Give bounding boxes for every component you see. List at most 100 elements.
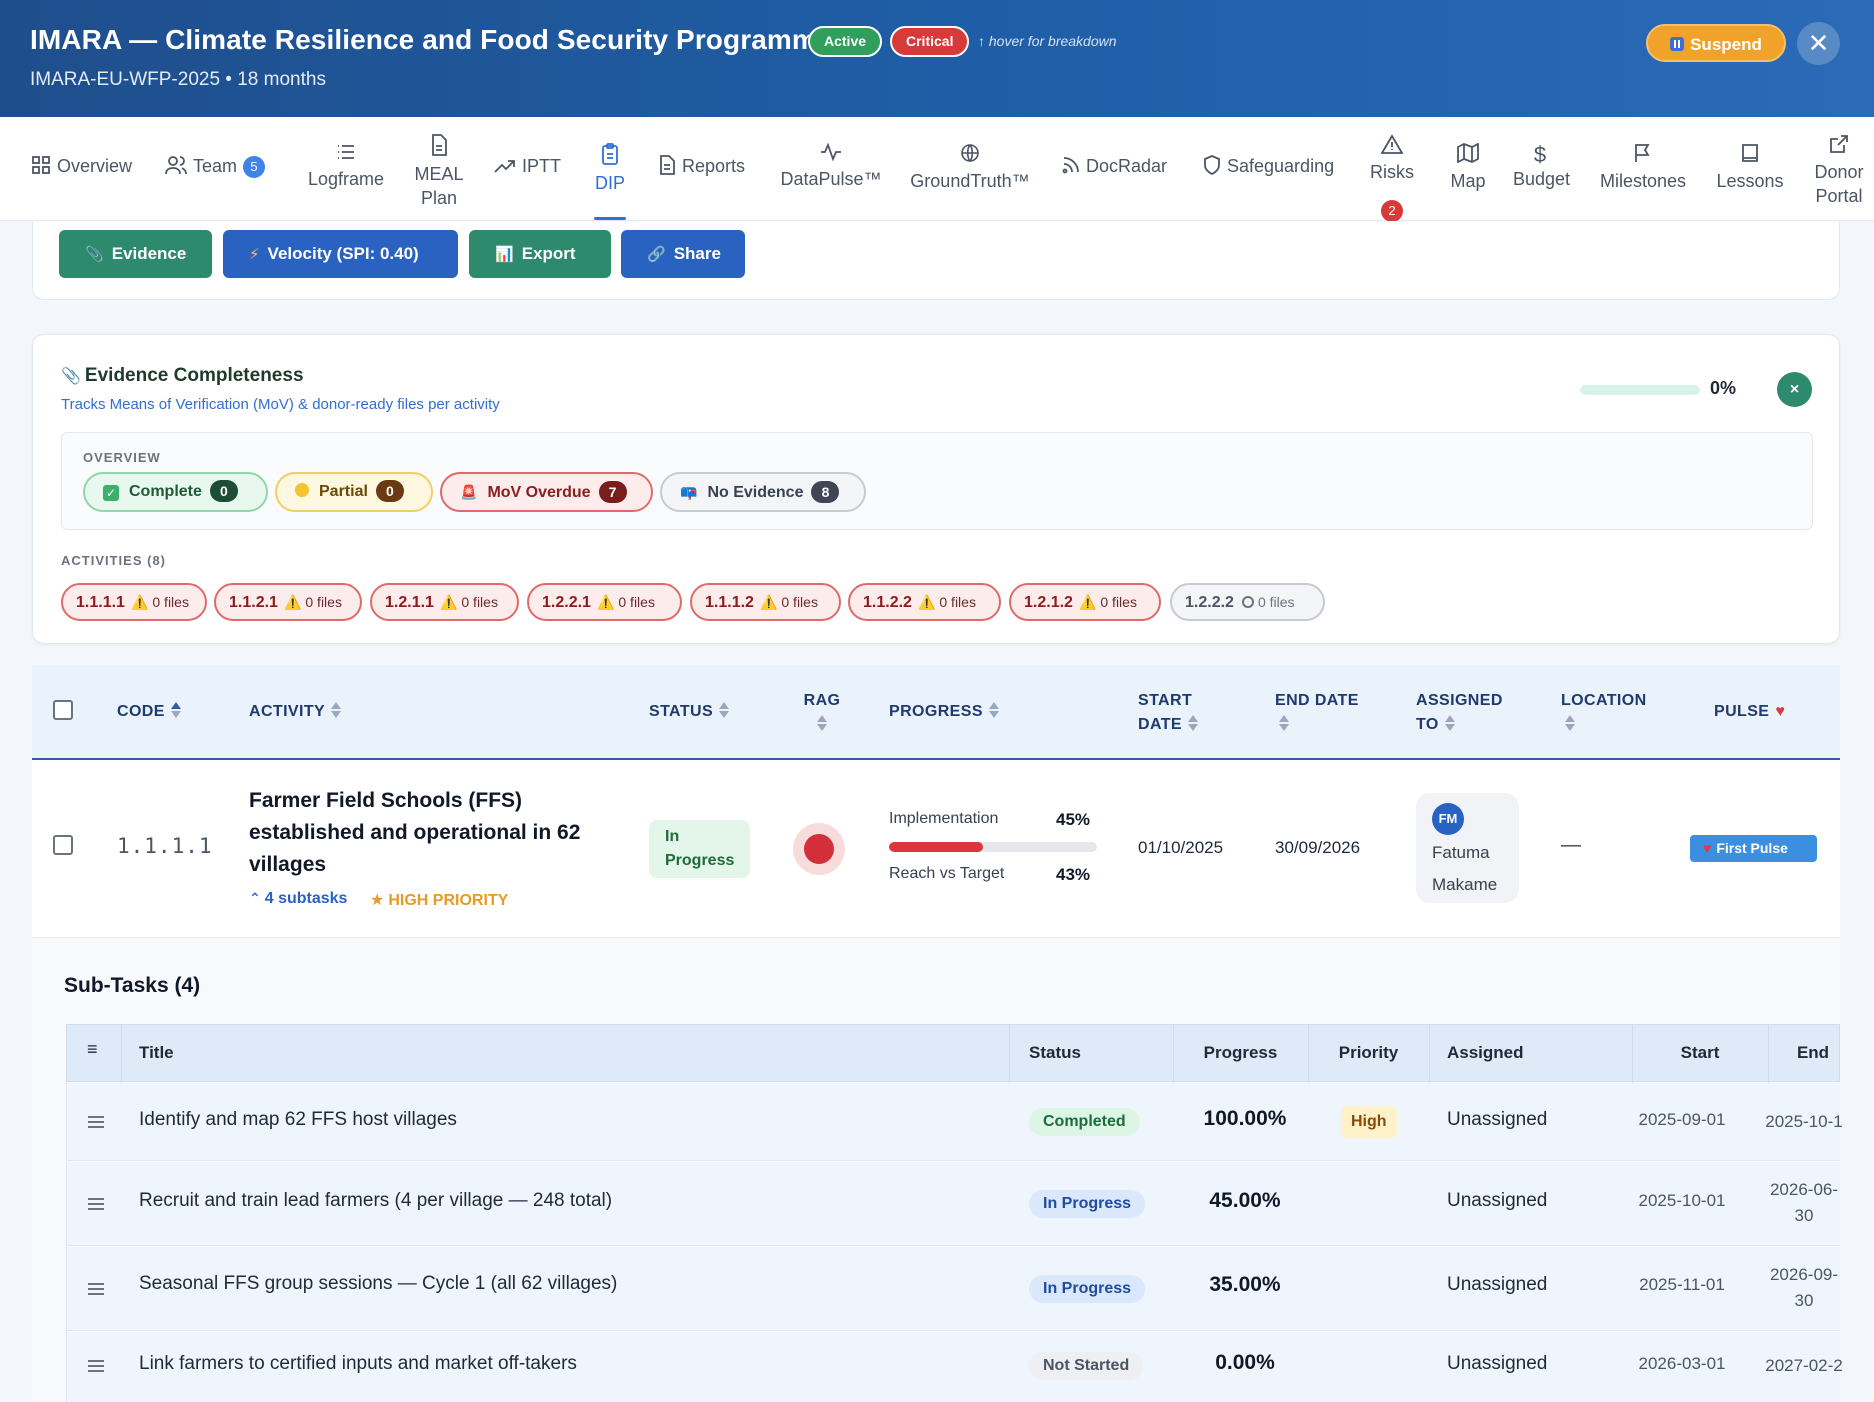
tab-budget[interactable]: $ Budget — [1513, 143, 1570, 191]
close-button[interactable]: ✕ — [1797, 22, 1840, 65]
activity-chip[interactable]: 1.2.1.1 ⚠️ 0 files — [370, 583, 519, 621]
col-rag-header[interactable]: RAG — [802, 689, 842, 737]
subtask-status-badge[interactable]: In Progress — [1029, 1275, 1146, 1303]
drag-handle-icon[interactable] — [88, 1360, 104, 1372]
yellow-dot-icon — [295, 483, 309, 497]
tab-milestones[interactable]: Milestones — [1600, 143, 1686, 193]
first-pulse-button[interactable]: ♥ First Pulse — [1690, 835, 1817, 862]
tab-team[interactable]: Team 5 — [165, 154, 266, 178]
mov-overdue-filter-chip[interactable]: 🚨 MoV Overdue 7 — [440, 472, 653, 512]
col-end-header[interactable]: End — [1768, 1043, 1858, 1063]
evidence-progress-bar — [1580, 385, 1700, 395]
activity-chip[interactable]: 1.2.1.2 ⚠️ 0 files — [1009, 583, 1161, 621]
subtask-status-badge[interactable]: Not Started — [1029, 1352, 1144, 1380]
subtask-status-badge[interactable]: In Progress — [1029, 1190, 1146, 1218]
drag-handle-icon[interactable] — [88, 1283, 104, 1295]
circle-icon — [1241, 596, 1254, 608]
tab-lessons[interactable]: Lessons — [1716, 143, 1784, 193]
evidence-title: 📎 Evidence Completeness — [61, 365, 304, 386]
evidence-percent: 0% — [1710, 378, 1737, 398]
sort-icon — [331, 702, 342, 718]
subtask-end-date: 2026-09- 30 — [1769, 1265, 1839, 1310]
activity-chip[interactable]: 1.1.2.2 ⚠️ 0 files — [848, 583, 1001, 621]
activity-chip[interactable]: 1.2.2.1 ⚠️ 0 files — [527, 583, 682, 621]
share-button[interactable]: 🔗 Share — [621, 230, 745, 278]
table-row[interactable]: Link farmers to certified inputs and mar… — [66, 1332, 1843, 1402]
col-code-header[interactable]: CODE — [117, 700, 181, 724]
tab-meal-plan[interactable]: MEAL Plan — [414, 134, 464, 210]
tab-logframe[interactable]: Logframe — [307, 143, 385, 191]
col-start-header[interactable]: Start — [1632, 1043, 1768, 1063]
activity-chip[interactable]: 1.2.2.2 0 files — [1170, 583, 1325, 621]
drag-handle-icon[interactable] — [88, 1116, 104, 1128]
tab-risks[interactable]: Risks 2 — [1370, 134, 1414, 222]
subtask-progress: 45.00% — [1209, 1189, 1281, 1212]
radar-icon — [1062, 157, 1079, 174]
col-assigned-header[interactable]: Assigned — [1447, 1043, 1524, 1063]
check-icon: ✓ — [103, 485, 119, 501]
star-icon: ★ — [370, 892, 385, 909]
subtask-priority-badge: High — [1341, 1106, 1397, 1138]
col-pulse-header[interactable]: PULSE ♥ — [1714, 700, 1785, 724]
table-row[interactable]: Seasonal FFS group sessions — Cycle 1 (a… — [66, 1247, 1840, 1331]
shield-icon — [1204, 155, 1220, 176]
warning-icon: ⚠️ — [917, 594, 936, 610]
tab-map[interactable]: Map — [1449, 142, 1487, 193]
col-title-header[interactable]: Title — [139, 1043, 174, 1063]
tab-datapulse[interactable]: DataPulse™ — [779, 142, 883, 191]
evidence-button[interactable]: 📎 Evidence — [59, 230, 212, 278]
evidence-close-button[interactable]: × — [1777, 372, 1812, 407]
export-button[interactable]: 📊 Export — [469, 230, 611, 278]
table-row[interactable]: Identify and map 62 FFS host villages Co… — [66, 1083, 1843, 1161]
warning-icon: ⚠️ — [283, 594, 302, 610]
velocity-button[interactable]: ⚡ Velocity (SPI: 0.40) — [223, 230, 458, 278]
complete-filter-chip[interactable]: ✓ Complete 0 — [83, 472, 268, 512]
project-subtitle: IMARA-EU-WFP-2025 • 18 months — [30, 69, 326, 90]
partial-filter-chip[interactable]: Partial 0 — [275, 472, 433, 512]
subtasks-toggle[interactable]: ⌃ 4 subtasks — [249, 890, 347, 908]
tab-dip[interactable]: DIP — [592, 143, 628, 195]
tab-donor-portal[interactable]: Donor Portal — [1814, 134, 1864, 208]
col-progress-header[interactable]: PROGRESS — [889, 700, 999, 724]
subtask-assigned: Unassigned — [1447, 1190, 1548, 1211]
table-row[interactable]: Recruit and train lead farmers (4 per vi… — [66, 1162, 1840, 1246]
risks-count-badge: 2 — [1381, 200, 1403, 222]
table-row[interactable]: 1.1.1.1 Farmer Field Schools (FFS) estab… — [32, 760, 1840, 938]
tab-overview[interactable]: Overview — [31, 154, 132, 178]
assignee-chip[interactable]: FM Fatuma Makame — [1416, 793, 1519, 903]
suspend-button[interactable]: Suspend — [1646, 24, 1786, 62]
map-icon — [1457, 142, 1479, 164]
status-badge[interactable]: In Progress — [649, 820, 750, 878]
tab-safeguarding[interactable]: Safeguarding — [1203, 154, 1334, 178]
col-end-date-header[interactable]: END DATE — [1275, 689, 1359, 737]
menu-icon[interactable]: ≡ — [87, 1039, 98, 1060]
tab-reports[interactable]: Reports — [658, 154, 745, 178]
col-location-header[interactable]: LOCATION — [1561, 689, 1647, 737]
subtask-status-badge[interactable]: Completed — [1029, 1108, 1140, 1136]
col-priority-header[interactable]: Priority — [1308, 1043, 1429, 1063]
select-all-checkbox[interactable] — [53, 700, 73, 720]
row-checkbox[interactable] — [53, 835, 73, 855]
col-status-header[interactable]: STATUS — [649, 700, 730, 724]
col-start-date-header[interactable]: START DATE — [1138, 689, 1198, 737]
sort-icon — [1444, 715, 1455, 731]
tab-iptt[interactable]: IPTT — [494, 154, 561, 178]
col-activity-header[interactable]: ACTIVITY — [249, 700, 342, 724]
col-assigned-header[interactable]: ASSIGNED TO — [1416, 689, 1503, 737]
activity-title[interactable]: Farmer Field Schools (FFS) established a… — [249, 785, 619, 881]
warning-triangle-icon — [1380, 134, 1404, 154]
subtasks-table-header: ≡ Title Status Progress Priority Assigne… — [66, 1024, 1840, 1083]
col-status-header[interactable]: Status — [1029, 1043, 1081, 1063]
activity-chip[interactable]: 1.1.1.2 ⚠️ 0 files — [690, 583, 841, 621]
activity-code: 1.1.1.1 — [117, 834, 213, 858]
drag-handle-icon[interactable] — [88, 1198, 104, 1210]
activity-chip[interactable]: 1.1.2.1 ⚠️ 0 files — [214, 583, 362, 621]
file-text-icon — [660, 155, 675, 175]
activity-chip[interactable]: 1.1.1.1 ⚠️ 0 files — [61, 583, 207, 621]
tab-docradar[interactable]: DocRadar — [1062, 154, 1167, 178]
status-critical-badge[interactable]: Critical — [890, 26, 970, 57]
subtask-assigned: Unassigned — [1447, 1109, 1548, 1130]
no-evidence-filter-chip[interactable]: 📪 No Evidence 8 — [660, 472, 866, 512]
tab-groundtruth[interactable]: GroundTruth™ — [910, 143, 1030, 193]
col-progress-header[interactable]: Progress — [1173, 1043, 1308, 1063]
